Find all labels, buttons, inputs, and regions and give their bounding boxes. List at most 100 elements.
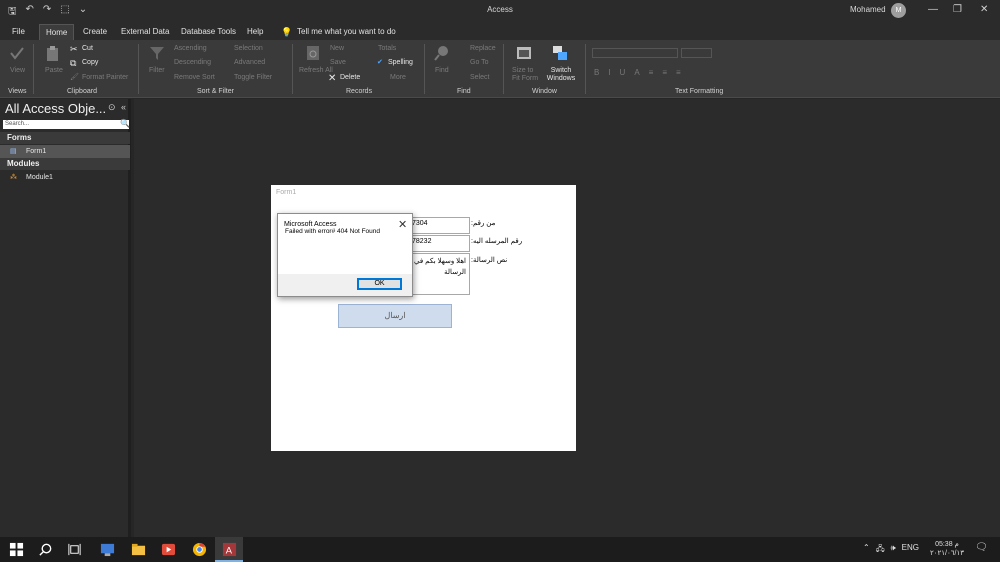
switch-windows-button[interactable]: Switch Windows	[541, 67, 581, 83]
spelling-button[interactable]: Spelling	[388, 59, 413, 66]
file-explorer-icon[interactable]	[131, 542, 146, 557]
filter-icon	[150, 47, 164, 60]
search-icon: 🔍	[120, 119, 130, 128]
from-number-field[interactable]: 7304	[408, 217, 470, 234]
ascending-button[interactable]: Ascending	[174, 45, 207, 52]
group-label-text-formatting: Text Formatting	[675, 88, 724, 95]
delete-icon: ✕	[328, 73, 337, 84]
ribbon-tabs: File Home Create External Data Database …	[0, 21, 1000, 41]
divider	[585, 44, 586, 94]
message-field[interactable]: اهلا وسهلا بكم في الرسالة	[408, 253, 470, 295]
cut-button[interactable]: Cut	[82, 45, 93, 52]
collapse-pane-icon[interactable]: «	[121, 102, 126, 112]
restore-button[interactable]: ❐	[953, 4, 962, 15]
divider	[424, 44, 425, 94]
copy-icon: ⧉	[70, 58, 77, 68]
volume-icon[interactable]: 🕪	[891, 543, 896, 557]
module-icon: ⁂	[10, 174, 17, 181]
advanced-button[interactable]: Advanced	[234, 59, 265, 66]
form-title: Form1	[276, 189, 297, 196]
remove-sort-button[interactable]: Remove Sort	[174, 74, 215, 81]
svg-text:A: A	[226, 545, 233, 555]
switch-windows-icon	[553, 46, 567, 60]
nav-section-modules[interactable]: Modules	[0, 158, 130, 170]
group-label-clipboard: Clipboard	[67, 88, 97, 95]
notification-icon[interactable]: 🗨	[975, 542, 988, 553]
windows-start-icon[interactable]	[9, 542, 24, 557]
title-bar: 🖫 ↶ ↷ ⬚ ⌄ Access Mohamed M — ❐ ✕	[0, 0, 1000, 21]
close-button[interactable]: ✕	[980, 4, 988, 15]
tab-external-data[interactable]: External Data	[121, 27, 169, 36]
tab-help[interactable]: Help	[247, 27, 263, 36]
app-icon[interactable]	[100, 542, 115, 557]
font-size-dropdown[interactable]	[681, 48, 712, 58]
network-icon[interactable]: 🖧	[876, 543, 885, 557]
navigation-pane: All Access Obje... ⊙ « Search... 🔍 Forms…	[0, 99, 131, 537]
group-label-views: Views	[8, 88, 27, 95]
new-record-button[interactable]: New	[330, 45, 344, 52]
dialog-message: Failed with error# 404 Not Found	[285, 228, 381, 235]
save-record-button[interactable]: Save	[330, 59, 346, 66]
tell-me-search[interactable]: Tell me what you want to do	[297, 27, 396, 36]
tab-database-tools[interactable]: Database Tools	[181, 27, 236, 36]
refresh-icon	[307, 46, 319, 60]
ribbon: View Views Paste ✂ Cut ⧉ Copy 🖌 Format P…	[0, 40, 1000, 98]
to-number-field[interactable]: 78232	[408, 235, 470, 252]
font-name-dropdown[interactable]	[592, 48, 678, 58]
divider	[138, 44, 139, 94]
lightbulb-icon: 💡	[281, 27, 293, 37]
format-painter-button[interactable]: Format Painter	[82, 74, 128, 81]
media-app-icon[interactable]	[161, 542, 176, 557]
descending-button[interactable]: Descending	[174, 59, 211, 66]
message-label: نص الرسالة:	[471, 257, 508, 264]
avatar[interactable]: M	[891, 3, 906, 18]
access-taskbar-item[interactable]: A	[215, 537, 243, 562]
nav-pane-title[interactable]: All Access Obje...	[5, 101, 106, 116]
view-button[interactable]: View	[10, 67, 25, 74]
nav-item-form1[interactable]: ▤ Form1	[0, 145, 130, 158]
clock[interactable]: 05:38 م ٢٠٢١/٠٦/١٣	[930, 540, 964, 558]
access-icon: A	[222, 542, 237, 557]
group-label-window: Window	[532, 88, 557, 95]
task-view-icon[interactable]	[67, 542, 82, 557]
find-button[interactable]: Find	[435, 67, 449, 74]
language-indicator[interactable]: ENG	[902, 543, 919, 557]
selection-button[interactable]: Selection	[234, 45, 263, 52]
paste-button[interactable]: Paste	[45, 67, 63, 74]
minimize-button[interactable]: —	[928, 4, 938, 15]
totals-button[interactable]: Totals	[378, 45, 396, 52]
filter-button[interactable]: Filter	[149, 67, 165, 74]
chevron-up-icon[interactable]: ⌃	[863, 543, 870, 557]
send-button[interactable]: ارسال	[338, 304, 452, 328]
tab-home[interactable]: Home	[39, 24, 75, 41]
ok-button[interactable]: OK	[357, 278, 402, 290]
toggle-filter-button[interactable]: Toggle Filter	[234, 74, 272, 81]
find-icon	[434, 46, 448, 61]
copy-button[interactable]: Copy	[82, 59, 98, 66]
more-button[interactable]: More	[390, 74, 406, 81]
divider	[292, 44, 293, 94]
dialog-close-icon[interactable]: ✕	[398, 218, 407, 231]
search-icon[interactable]	[38, 542, 53, 557]
cut-icon: ✂	[70, 44, 78, 54]
clock-time: 05:38 م	[935, 541, 959, 548]
group-label-records: Records	[346, 88, 373, 95]
user-name[interactable]: Mohamed	[850, 5, 886, 14]
message-dialog: Microsoft Access ✕ Failed with error# 40…	[277, 213, 413, 297]
format-buttons[interactable]: BIUA≡≡≡	[594, 68, 690, 77]
nav-section-forms[interactable]: Forms	[0, 132, 130, 144]
delete-button[interactable]: Delete	[340, 74, 360, 81]
nav-item-module1[interactable]: ⁂ Module1	[0, 171, 130, 184]
chrome-icon[interactable]	[192, 542, 207, 557]
divider	[503, 44, 504, 94]
tab-file[interactable]: File	[12, 27, 25, 36]
select-button[interactable]: Select	[470, 74, 489, 81]
nav-item-label: Module1	[26, 174, 53, 181]
go-to-button[interactable]: Go To	[470, 59, 489, 66]
nav-menu-icon[interactable]: ⊙	[108, 102, 116, 113]
tab-create[interactable]: Create	[83, 27, 107, 36]
size-to-fit-icon	[517, 47, 531, 59]
size-to-fit-form-button[interactable]: Size to Fit Form	[512, 67, 542, 83]
replace-button[interactable]: Replace	[470, 45, 496, 52]
nav-search-input[interactable]: Search...	[3, 120, 129, 129]
